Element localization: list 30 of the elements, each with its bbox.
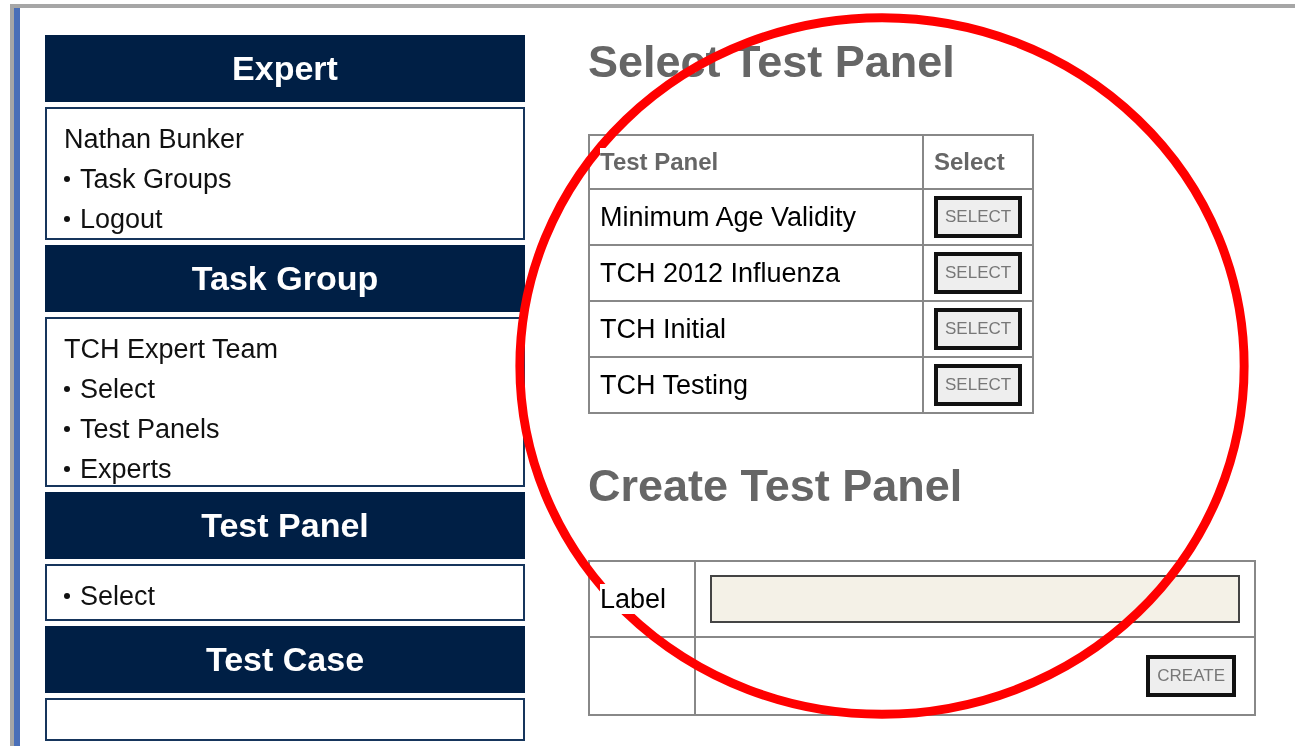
nav-link[interactable]: Experts bbox=[80, 448, 172, 489]
create-button[interactable]: CREATE bbox=[1146, 655, 1236, 697]
section-title: TCH Expert Team bbox=[64, 332, 280, 366]
select-button[interactable]: SELECT bbox=[934, 308, 1023, 350]
select-button[interactable]: SELECT bbox=[934, 252, 1023, 294]
section-header: Test Panel bbox=[45, 492, 525, 560]
select-button[interactable]: SELECT bbox=[934, 196, 1023, 238]
table-cell: TCH Testing bbox=[589, 357, 923, 413]
section-header: Expert bbox=[45, 35, 525, 102]
bullet-icon bbox=[64, 425, 70, 432]
table-cell: TCH 2012 Influenza bbox=[589, 245, 923, 301]
section-heading: Create Test Panel bbox=[588, 460, 964, 512]
input-field[interactable] bbox=[710, 575, 1240, 623]
bullet-icon bbox=[64, 465, 70, 472]
table-cell: Minimum Age Validity bbox=[589, 189, 923, 245]
nav-link[interactable]: Select bbox=[80, 576, 156, 617]
nav-link[interactable]: Task Groups bbox=[80, 159, 232, 199]
nav-link[interactable]: Test Panels bbox=[80, 408, 220, 449]
table-cell: TCH Initial bbox=[589, 301, 923, 357]
bullet-icon bbox=[64, 216, 70, 222]
nav-link[interactable]: Logout bbox=[80, 199, 163, 239]
bullet-icon bbox=[64, 385, 70, 392]
nav-link[interactable]: Select bbox=[80, 368, 156, 409]
field-label: Label bbox=[600, 583, 667, 614]
section-header: Task Group bbox=[45, 244, 525, 312]
section-title: Nathan Bunker bbox=[64, 123, 246, 156]
section-header: Test Case bbox=[45, 626, 525, 693]
select-button[interactable]: SELECT bbox=[934, 364, 1023, 406]
bullet-icon bbox=[64, 176, 70, 182]
bullet-icon bbox=[64, 593, 70, 600]
